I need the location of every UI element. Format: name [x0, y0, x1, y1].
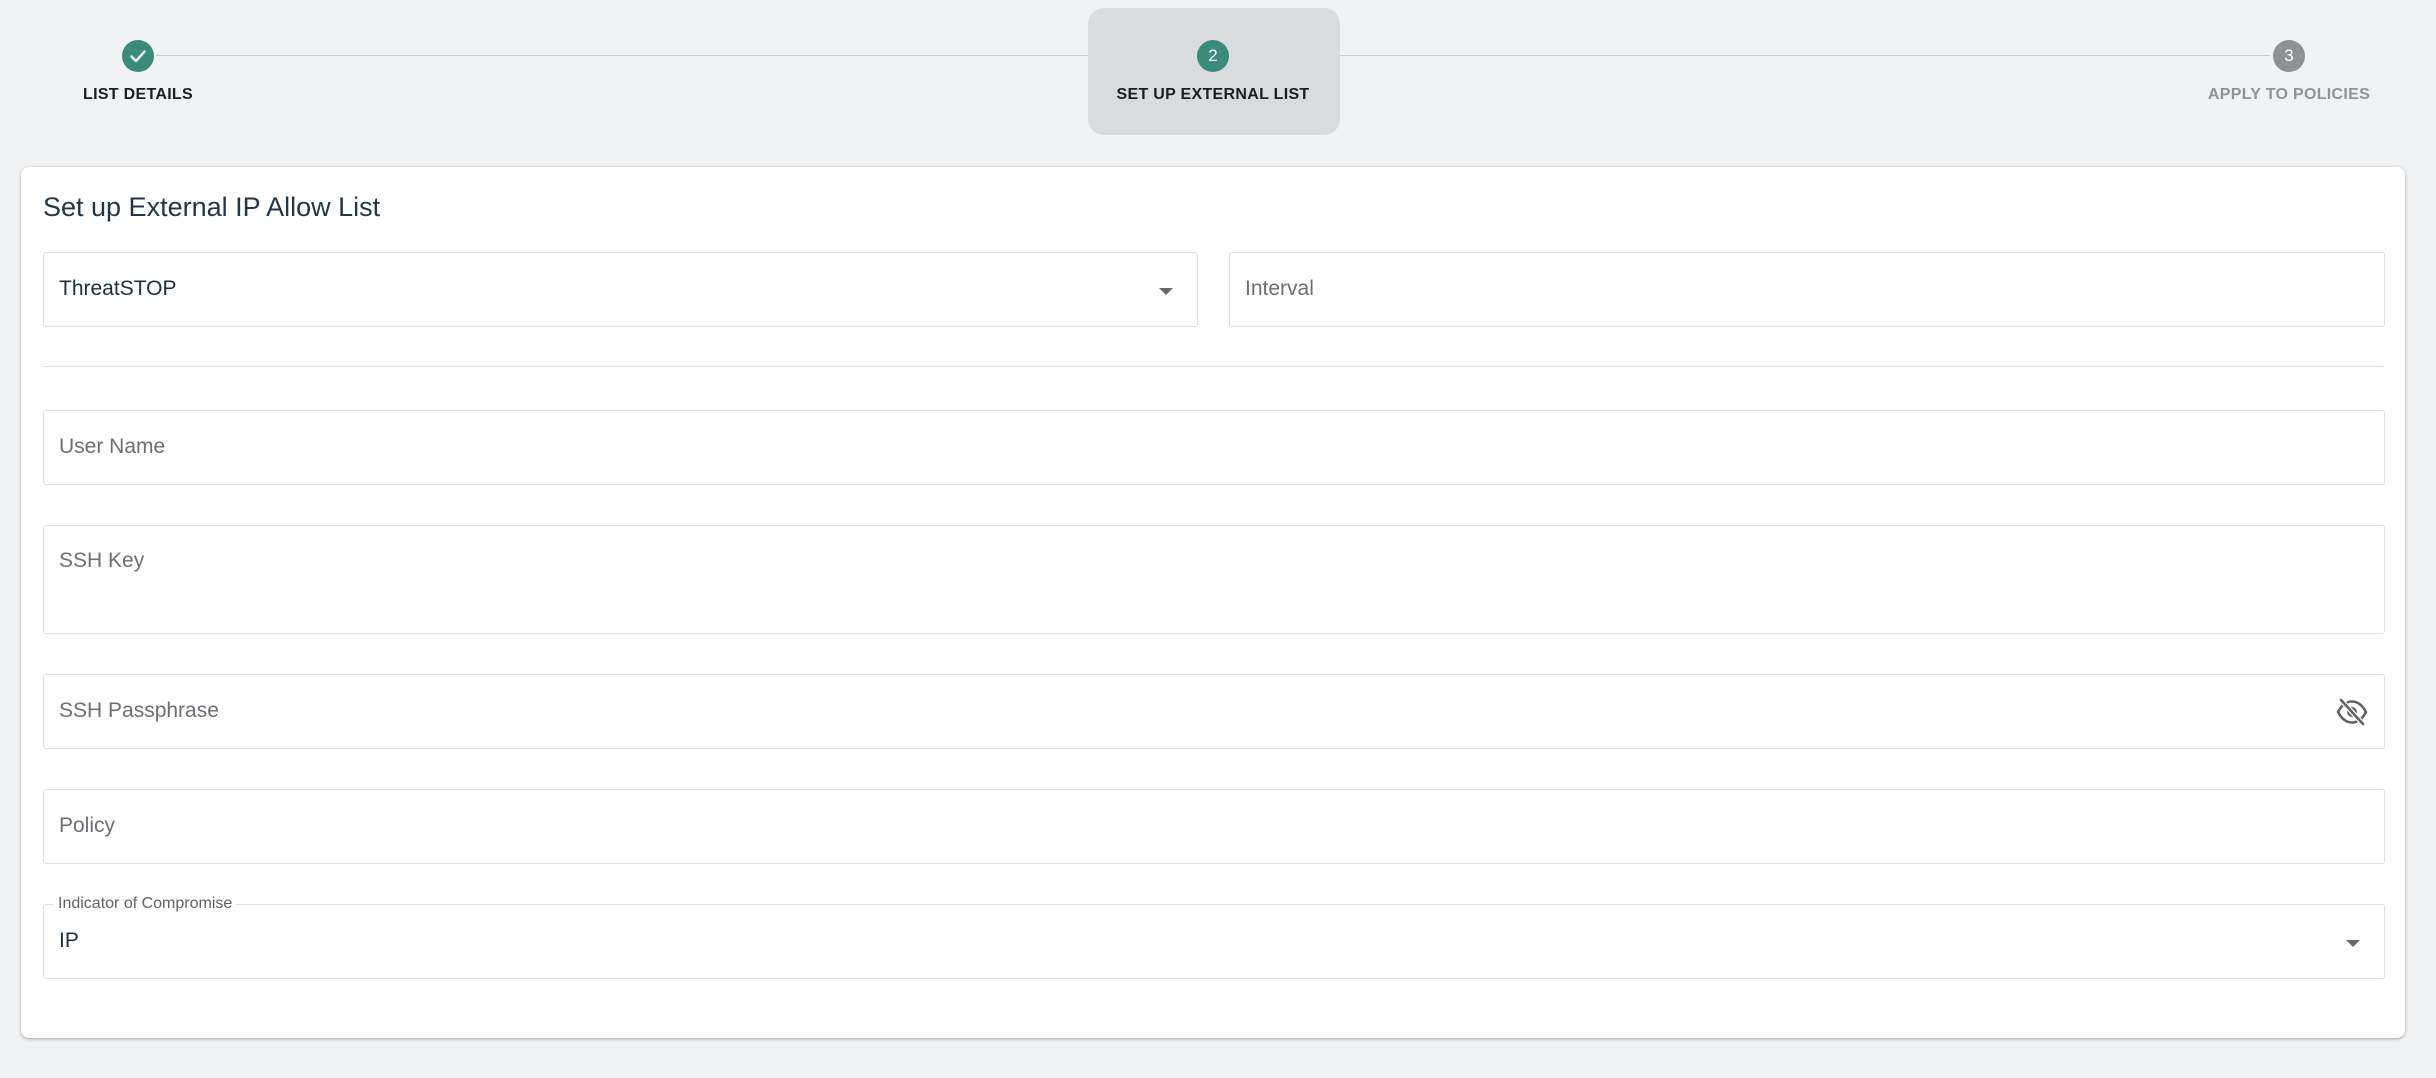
ioc-label: Indicator of Compromise: [54, 895, 237, 913]
step-connector-1: [156, 55, 1196, 56]
stepper: LIST DETAILS 2 SET UP EXTERNAL LIST 3 AP…: [0, 0, 2436, 150]
ssh-passphrase-placeholder: SSH Passphrase: [59, 699, 219, 722]
ioc-select[interactable]: Indicator of Compromise IP: [43, 895, 2385, 979]
user-name-placeholder: User Name: [59, 435, 166, 458]
step-number: 3: [2273, 40, 2305, 72]
interval-input[interactable]: Interval: [1229, 252, 2385, 327]
user-name-input[interactable]: User Name: [43, 410, 2385, 485]
step-connector-2: [1250, 55, 2270, 56]
eye-off-icon[interactable]: [2336, 698, 2368, 726]
step-number: 2: [1197, 40, 1229, 72]
policy-input[interactable]: Policy: [43, 789, 2385, 864]
provider-value: ThreatSTOP: [59, 277, 177, 300]
ssh-key-textarea[interactable]: SSH Key: [43, 525, 2385, 634]
external-list-form-card: Set up External IP Allow List ThreatSTOP…: [21, 167, 2405, 1038]
step-label: APPLY TO POLICIES: [2207, 86, 2371, 103]
ioc-value: IP: [59, 929, 79, 952]
chevron-down-icon: [1159, 288, 1173, 295]
ssh-passphrase-input[interactable]: SSH Passphrase: [43, 674, 2385, 749]
step-label: LIST DETAILS: [83, 86, 193, 103]
ssh-key-placeholder: SSH Key: [59, 549, 145, 572]
provider-select[interactable]: ThreatSTOP: [43, 252, 1198, 327]
interval-placeholder: Interval: [1245, 277, 1314, 300]
form-title: Set up External IP Allow List: [43, 192, 381, 222]
policy-placeholder: Policy: [59, 814, 116, 837]
chevron-down-icon: [2346, 940, 2360, 947]
section-divider: [43, 366, 2383, 367]
check-icon: [122, 40, 154, 72]
step-label: SET UP EXTERNAL LIST: [1116, 86, 1310, 103]
